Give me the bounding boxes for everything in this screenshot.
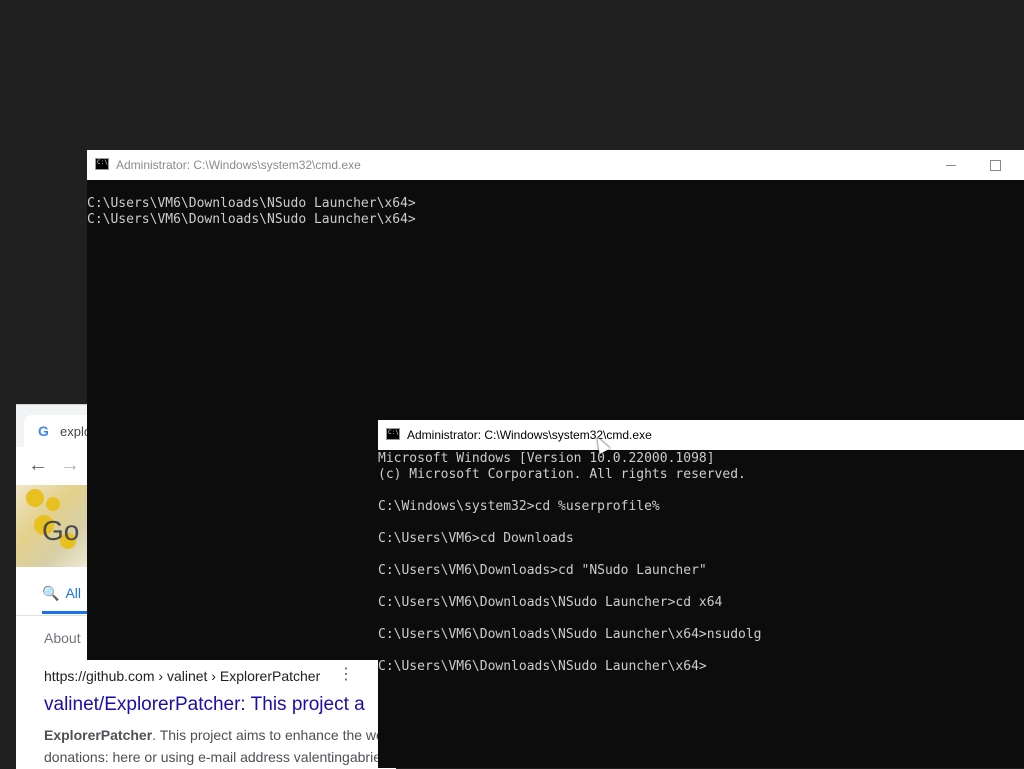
maximize-icon <box>989 160 1001 172</box>
console-line: C:\Users\VM6\Downloads\NSudo Launcher\x6… <box>378 627 762 642</box>
cmd-back-title: Administrator: C:\Windows\system32\cmd.e… <box>116 158 361 172</box>
cmd-window-front[interactable]: Administrator: C:\Windows\system32\cmd.e… <box>378 420 1024 768</box>
maximize-button[interactable] <box>973 150 1017 180</box>
console-line: C:\Users\VM6>cd Downloads <box>378 531 574 546</box>
cmd-icon <box>386 428 400 440</box>
cmd-front-title: Administrator: C:\Windows\system32\cmd.e… <box>407 428 652 442</box>
results-about: About <box>44 630 81 646</box>
google-favicon-icon: G <box>38 423 49 439</box>
result-title-link[interactable]: valinet/ExplorerPatcher: This project a <box>44 694 365 716</box>
cmd-front-console[interactable]: Microsoft Windows [Version 10.0.22000.10… <box>378 450 1024 675</box>
minimize-icon <box>946 165 956 167</box>
arrow-left-icon[interactable]: ← <box>26 453 50 477</box>
console-line: C:\Users\VM6\Downloads\NSudo Launcher>cd… <box>378 595 723 610</box>
console-line: Microsoft Windows [Version 10.0.22000.10… <box>378 451 715 466</box>
cmd-back-titlebar[interactable]: Administrator: C:\Windows\system32\cmd.e… <box>87 150 1024 180</box>
filter-all-label: All <box>65 585 81 601</box>
result-snippet: ExplorerPatcher. This project aims to en… <box>44 724 384 768</box>
snippet-bold: ExplorerPatcher <box>44 727 153 743</box>
result-cite[interactable]: https://github.com › valinet › ExplorerP… <box>44 668 320 684</box>
console-line: C:\Users\VM6\Downloads\NSudo Launcher\x6… <box>87 196 416 211</box>
minimize-button[interactable] <box>929 150 973 180</box>
cmd-icon <box>95 158 109 170</box>
google-logo-text: Go <box>42 515 80 546</box>
cmd-front-titlebar[interactable]: Administrator: C:\Windows\system32\cmd.e… <box>378 420 1024 450</box>
console-line: (c) Microsoft Corporation. All rights re… <box>378 467 746 482</box>
search-icon: 🔍 <box>42 585 60 601</box>
snippet-line1: . This project aims to enhance the wo <box>152 727 384 743</box>
filter-all-tab[interactable]: 🔍 All <box>42 585 81 602</box>
console-line: C:\Users\VM6\Downloads\NSudo Launcher\x6… <box>378 659 707 674</box>
more-vert-icon[interactable]: ⋮ <box>338 667 354 683</box>
console-line: C:\Users\VM6\Downloads\NSudo Launcher\x6… <box>87 212 416 227</box>
console-line: C:\Windows\system32>cd %userprofile% <box>378 499 660 514</box>
cmd-back-console[interactable]: C:\Users\VM6\Downloads\NSudo Launcher\x6… <box>87 180 1024 228</box>
console-line: C:\Users\VM6\Downloads>cd "NSudo Launche… <box>378 563 707 578</box>
arrow-right-icon[interactable]: → <box>58 453 82 477</box>
snippet-line2: donations: here or using e-mail address … <box>44 749 381 765</box>
